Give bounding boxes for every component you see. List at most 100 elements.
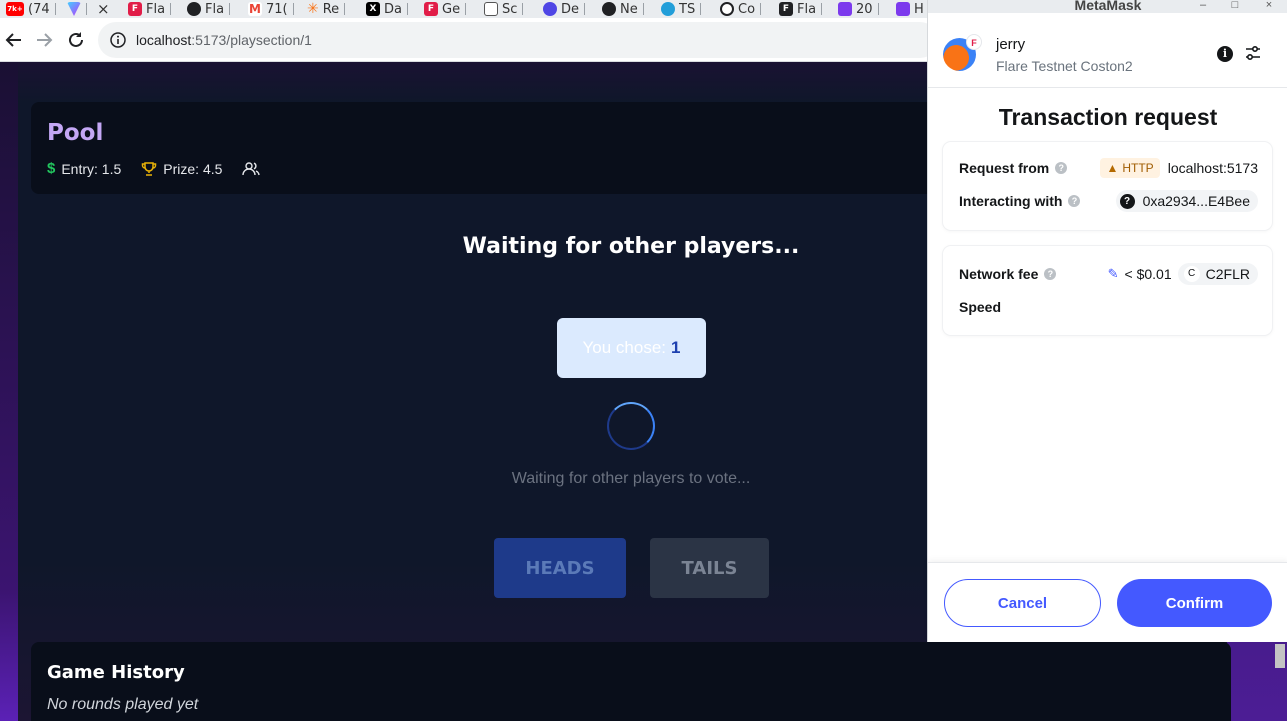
game-history-title: Game History bbox=[47, 662, 185, 683]
browser-tab-vite[interactable] bbox=[67, 0, 87, 18]
browser-tab-20[interactable]: 20 bbox=[838, 0, 879, 18]
pool-title: Pool bbox=[47, 120, 104, 146]
network-badge-icon: F bbox=[966, 34, 982, 50]
tab-label: 71( bbox=[266, 1, 288, 17]
speed-label: Speed bbox=[959, 299, 1002, 315]
question-icon[interactable]: ? bbox=[1044, 268, 1057, 280]
tab-label: (74 bbox=[28, 1, 50, 17]
pool-prize: Prize: 4.5 bbox=[163, 160, 223, 177]
http-warning-badge: ▲ HTTP bbox=[1100, 158, 1160, 178]
app-icon bbox=[896, 2, 910, 16]
app-icon bbox=[838, 2, 852, 16]
token-icon: C bbox=[1183, 266, 1200, 282]
forward-button[interactable] bbox=[32, 28, 56, 52]
question-icon[interactable]: ? bbox=[1068, 195, 1081, 207]
tab-label: Ge bbox=[442, 1, 461, 17]
browser-tab-flare[interactable]: F Fla bbox=[128, 0, 172, 18]
trophy-icon bbox=[142, 161, 157, 176]
tails-button[interactable]: TAILS bbox=[650, 538, 769, 598]
request-details-section: Request from? ▲ HTTP localhost:5173 Inter… bbox=[943, 142, 1272, 230]
game-history-card: Game History No rounds played yet bbox=[31, 642, 1231, 721]
browser-tab-co[interactable]: Co bbox=[720, 0, 762, 18]
url-host: localhost bbox=[136, 32, 192, 48]
choice-value: 1 bbox=[671, 338, 681, 357]
edit-pencil-icon[interactable]: ✎ bbox=[1108, 266, 1119, 282]
tab-close-button[interactable]: × bbox=[97, 0, 110, 18]
action-footer: Cancel Confirm bbox=[928, 562, 1287, 642]
star-icon: ✳ bbox=[307, 1, 319, 17]
pool-entry: Entry: 1.5 bbox=[61, 160, 122, 177]
github-icon bbox=[187, 2, 201, 16]
browser-tab-ne[interactable]: Ne bbox=[602, 0, 644, 18]
browser-tab-ge[interactable]: F Ge bbox=[424, 0, 467, 18]
x-icon: X bbox=[366, 2, 380, 16]
browser-tab-re[interactable]: ✳ Re bbox=[307, 0, 346, 18]
tab-label: Fla bbox=[146, 1, 166, 17]
browser-tab-gmail[interactable]: M 71( bbox=[248, 0, 294, 18]
tab-label: H bbox=[914, 1, 924, 17]
browser-tab-h[interactable]: H bbox=[896, 0, 924, 18]
browser-tab-fla[interactable]: F Fla bbox=[779, 0, 823, 18]
browser-tab-de[interactable]: De bbox=[543, 0, 586, 18]
warning-icon: ▲ bbox=[1106, 161, 1119, 175]
pool-stats: $ Entry: 1.5 Prize: 4.5 bbox=[47, 160, 261, 177]
close-icon[interactable]: × bbox=[97, 0, 110, 18]
info-icon[interactable]: i bbox=[1217, 46, 1233, 62]
minimize-icon[interactable]: – bbox=[1194, 0, 1212, 12]
speed-row: Speed bbox=[959, 295, 1258, 319]
request-from-row: Request from? ▲ HTTP localhost:5173 bbox=[959, 156, 1258, 180]
screen-icon bbox=[484, 2, 498, 16]
dollar-icon: $ bbox=[47, 160, 56, 177]
users-icon bbox=[242, 161, 261, 175]
network-fee-label: Network fee bbox=[959, 266, 1039, 282]
vite-icon bbox=[67, 2, 81, 16]
network-fee-row: Network fee? ✎ < $0.01 C C2FLR bbox=[959, 262, 1258, 286]
sliders-icon[interactable] bbox=[1243, 44, 1263, 64]
browser-tab-sc[interactable]: Sc bbox=[484, 0, 524, 18]
reload-icon bbox=[69, 32, 83, 47]
telegram-icon bbox=[661, 2, 675, 16]
flare-icon: F bbox=[128, 2, 142, 16]
interacting-with-label: Interacting with bbox=[959, 193, 1063, 209]
request-origin: localhost:5173 bbox=[1167, 160, 1258, 176]
browser-tab-github[interactable]: Fla bbox=[187, 0, 231, 18]
tab-label: Ne bbox=[620, 1, 638, 17]
reload-button[interactable] bbox=[64, 28, 88, 52]
url-field[interactable]: localhost:5173/playsection/1 bbox=[98, 22, 938, 58]
globe-icon bbox=[543, 2, 557, 16]
choice-display: You chose: 1 bbox=[557, 318, 706, 378]
fee-value: < $0.01 bbox=[1124, 266, 1172, 282]
token-symbol: C2FLR bbox=[1205, 266, 1250, 282]
back-button[interactable] bbox=[2, 28, 26, 52]
tab-label: De bbox=[561, 1, 580, 17]
maximize-icon[interactable]: □ bbox=[1226, 0, 1244, 12]
close-icon[interactable]: × bbox=[1260, 0, 1278, 12]
tab-label: Re bbox=[322, 1, 340, 17]
token-pill: C C2FLR bbox=[1177, 263, 1258, 285]
info-circle-icon[interactable] bbox=[110, 32, 126, 48]
circle-icon bbox=[720, 2, 734, 16]
gmail-icon: M bbox=[248, 2, 262, 16]
browser-tab-ts[interactable]: TS bbox=[661, 0, 702, 18]
tab-label: Fla bbox=[797, 1, 817, 17]
browser-tab-x[interactable]: X Da bbox=[366, 0, 408, 18]
heads-button[interactable]: HEADS bbox=[494, 538, 626, 598]
request-from-label: Request from bbox=[959, 160, 1050, 176]
tab-label: TS bbox=[679, 1, 696, 17]
browser-tab-youtube[interactable]: 7k+ (74 bbox=[6, 0, 56, 18]
choice-label: You chose: bbox=[582, 338, 667, 357]
page-scrollbar[interactable] bbox=[1275, 644, 1285, 668]
game-history-empty: No rounds played yet bbox=[47, 696, 199, 713]
confirm-button[interactable]: Confirm bbox=[1117, 579, 1272, 627]
github-icon bbox=[602, 2, 616, 16]
metamask-popup: MetaMask – □ × F jerry Flare Testnet Cos… bbox=[927, 0, 1287, 642]
cancel-button[interactable]: Cancel bbox=[944, 579, 1101, 627]
url-path: :5173/playsection/1 bbox=[191, 32, 312, 48]
protocol-label: HTTP bbox=[1122, 161, 1154, 175]
transaction-request-heading: Transaction request bbox=[998, 104, 1218, 130]
question-icon[interactable]: ? bbox=[1055, 162, 1068, 174]
contract-question-icon: ? bbox=[1119, 193, 1135, 209]
contract-address-pill[interactable]: ? 0xa2934...E4Bee bbox=[1115, 190, 1258, 212]
fee-section: Network fee? ✎ < $0.01 C C2FLR Speed bbox=[943, 246, 1272, 335]
account-name: jerry bbox=[996, 36, 1026, 53]
